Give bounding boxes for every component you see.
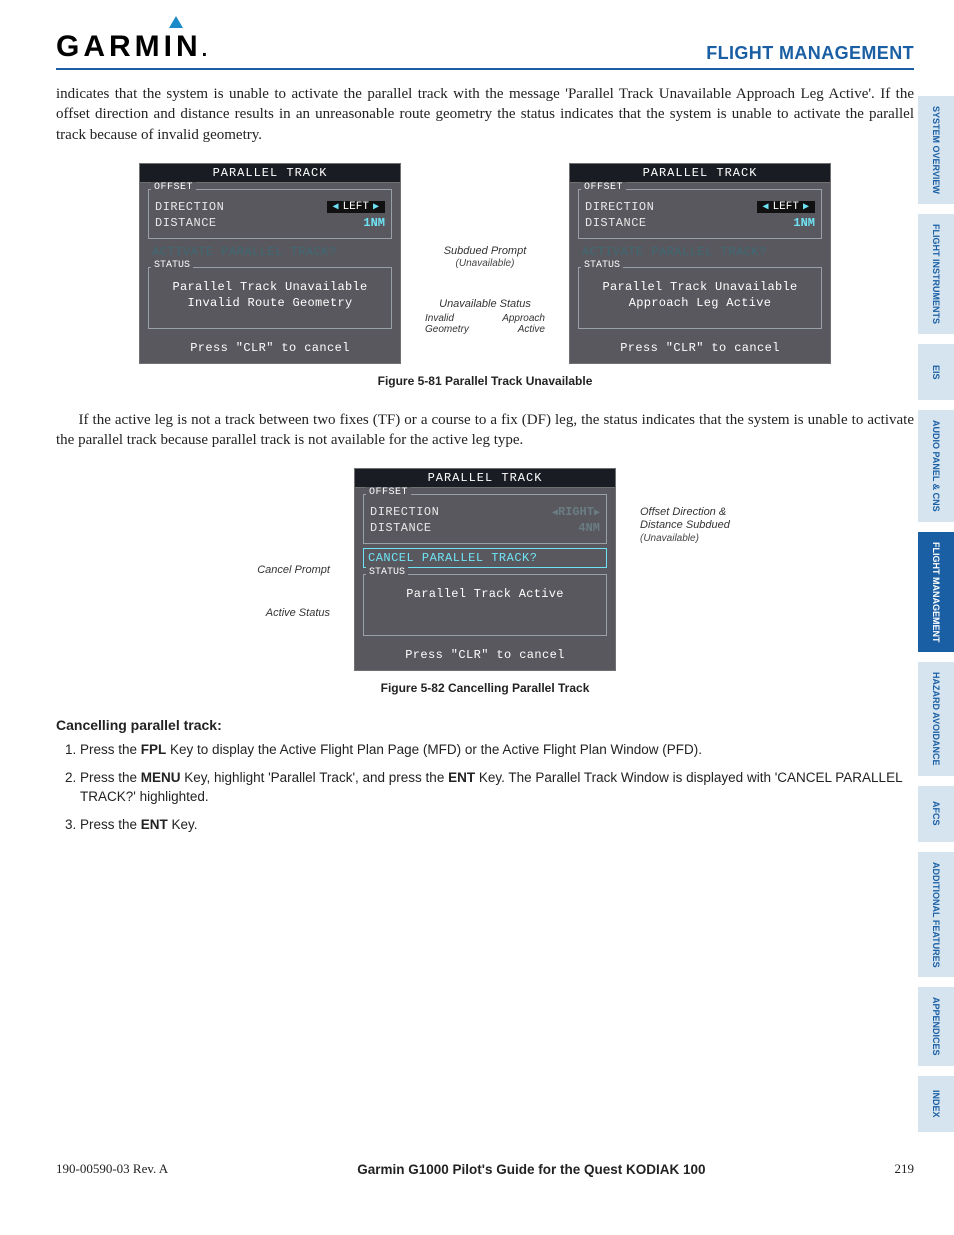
garmin-logo: GARMIN. bbox=[56, 30, 211, 64]
status-label: STATUS bbox=[581, 260, 623, 271]
status-label: STATUS bbox=[366, 567, 408, 578]
step-2: Press the MENU Key, highlight 'Parallel … bbox=[80, 769, 914, 805]
page-container: GARMIN. FLIGHT MANAGEMENT SYSTEM OVERVIE… bbox=[0, 0, 954, 1195]
step-3: Press the ENT Key. bbox=[80, 816, 914, 834]
tab-appendices[interactable]: APPENDICES bbox=[918, 987, 954, 1066]
distance-label: DISTANCE bbox=[155, 216, 217, 230]
status-line-2: Approach Leg Active bbox=[585, 296, 815, 310]
distance-value: 1NM bbox=[793, 216, 815, 230]
step-1: Press the FPL Key to display the Active … bbox=[80, 741, 914, 759]
chevron-right-icon: ▶ bbox=[373, 201, 379, 213]
panel-footer: Press "CLR" to cancel bbox=[355, 642, 615, 670]
direction-value[interactable]: ◀LEFT▶ bbox=[327, 201, 385, 213]
footer-title: Garmin G1000 Pilot's Guide for the Quest… bbox=[357, 1162, 705, 1177]
group-label: OFFSET bbox=[151, 182, 196, 193]
annot-invalid-geometry: Invalid Geometry bbox=[425, 313, 469, 335]
annot-cancel-prompt: Cancel Prompt bbox=[210, 564, 330, 577]
status-line-blank bbox=[370, 603, 600, 617]
distance-label: DISTANCE bbox=[370, 521, 432, 535]
status-label: STATUS bbox=[151, 260, 193, 271]
group-label: OFFSET bbox=[366, 487, 411, 498]
mfd-panel-invalid-geometry: PARALLEL TRACK OFFSET DIRECTION ◀LEFT▶ D… bbox=[139, 163, 401, 364]
panel-title: PARALLEL TRACK bbox=[140, 164, 400, 183]
tab-audio-panel-cns[interactable]: AUDIO PANEL & CNS bbox=[918, 410, 954, 522]
panel-footer: Press "CLR" to cancel bbox=[570, 335, 830, 363]
group-label: OFFSET bbox=[581, 182, 626, 193]
offset-group: OFFSET DIRECTION ◀LEFT▶ DISTANCE 1NM bbox=[148, 189, 392, 239]
annot-offset-subdued: Offset Direction & Distance Subdued (Una… bbox=[640, 506, 760, 544]
chevron-right-icon: ▶ bbox=[803, 201, 809, 213]
status-line-1: Parallel Track Unavailable bbox=[585, 280, 815, 294]
figure-5-81-caption: Figure 5-81 Parallel Track Unavailable bbox=[56, 374, 914, 388]
distance-label: DISTANCE bbox=[585, 216, 647, 230]
chevron-left-icon: ◀ bbox=[333, 201, 339, 213]
direction-label: DIRECTION bbox=[585, 200, 654, 214]
tab-system-overview[interactable]: SYSTEM OVERVIEW bbox=[918, 96, 954, 204]
side-tabs: SYSTEM OVERVIEW FLIGHT INSTRUMENTS EIS A… bbox=[918, 96, 954, 1132]
tab-eis[interactable]: EIS bbox=[918, 344, 954, 400]
status-line-2: Invalid Route Geometry bbox=[155, 296, 385, 310]
status-line-1: Parallel Track Unavailable bbox=[155, 280, 385, 294]
paragraph-2: If the active leg is not a track between… bbox=[56, 410, 914, 451]
figure-81-annotations: Subdued Prompt (Unavailable) Unavailable… bbox=[425, 163, 545, 335]
tab-flight-instruments[interactable]: FLIGHT INSTRUMENTS bbox=[918, 214, 954, 334]
section-title: FLIGHT MANAGEMENT bbox=[706, 43, 914, 64]
annot-approach-active: Approach Active bbox=[502, 313, 545, 335]
figure-5-81: PARALLEL TRACK OFFSET DIRECTION ◀LEFT▶ D… bbox=[56, 163, 914, 364]
status-box: STATUS Parallel Track Active bbox=[363, 574, 607, 636]
tab-index[interactable]: INDEX bbox=[918, 1076, 954, 1132]
cancel-prompt-highlighted[interactable]: CANCEL PARALLEL TRACK? bbox=[363, 548, 607, 568]
tab-additional-features[interactable]: ADDITIONAL FEATURES bbox=[918, 852, 954, 978]
panel-title: PARALLEL TRACK bbox=[355, 469, 615, 488]
tab-flight-management[interactable]: FLIGHT MANAGEMENT bbox=[918, 532, 954, 653]
mfd-panel-approach-leg: PARALLEL TRACK OFFSET DIRECTION ◀LEFT▶ D… bbox=[569, 163, 831, 364]
annot-subdued-prompt: Subdued Prompt (Unavailable) bbox=[425, 245, 545, 270]
annot-active-status: Active Status bbox=[210, 607, 330, 620]
procedure-heading: Cancelling parallel track: bbox=[56, 717, 914, 733]
panel-footer: Press "CLR" to cancel bbox=[140, 335, 400, 363]
status-line-1: Parallel Track Active bbox=[370, 587, 600, 601]
chevron-left-icon: ◀ bbox=[763, 201, 769, 213]
paragraph-1: indicates that the system is unable to a… bbox=[56, 84, 914, 145]
figure-5-82-caption: Figure 5-82 Cancelling Parallel Track bbox=[56, 681, 914, 695]
offset-group: OFFSET DIRECTION ◀LEFT▶ DISTANCE 1NM bbox=[578, 189, 822, 239]
distance-value-subdued: 4NM bbox=[578, 521, 600, 535]
page-header: GARMIN. FLIGHT MANAGEMENT bbox=[56, 30, 914, 70]
figure-82-annot-left: Cancel Prompt Active Status bbox=[210, 468, 330, 619]
figure-82-annot-right: Offset Direction & Distance Subdued (Una… bbox=[640, 468, 760, 544]
panel-title: PARALLEL TRACK bbox=[570, 164, 830, 183]
tab-hazard-avoidance[interactable]: HAZARD AVOIDANCE bbox=[918, 662, 954, 776]
activate-prompt-subdued: ACTIVATE PARALLEL TRACK? bbox=[578, 243, 822, 261]
brand-text: GARMIN bbox=[56, 30, 202, 63]
status-box: STATUS Parallel Track Unavailable Invali… bbox=[148, 267, 392, 329]
mfd-panel-cancel: PARALLEL TRACK OFFSET DIRECTION ◀RIGHT▶ … bbox=[354, 468, 616, 671]
tab-afcs[interactable]: AFCS bbox=[918, 786, 954, 842]
status-box: STATUS Parallel Track Unavailable Approa… bbox=[578, 267, 822, 329]
direction-value-subdued: ◀RIGHT▶ bbox=[552, 505, 600, 519]
page-footer: 190-00590-03 Rev. A Garmin G1000 Pilot's… bbox=[56, 1161, 914, 1177]
activate-prompt-subdued: ACTIVATE PARALLEL TRACK? bbox=[148, 243, 392, 261]
annot-unavailable-status: Unavailable Status bbox=[425, 298, 545, 311]
direction-value[interactable]: ◀LEFT▶ bbox=[757, 201, 815, 213]
distance-value: 1NM bbox=[363, 216, 385, 230]
procedure-steps: Press the FPL Key to display the Active … bbox=[56, 741, 914, 834]
footer-docid: 190-00590-03 Rev. A bbox=[56, 1161, 168, 1177]
footer-page-number: 219 bbox=[895, 1161, 915, 1177]
direction-label: DIRECTION bbox=[155, 200, 224, 214]
figure-5-82: Cancel Prompt Active Status PARALLEL TRA… bbox=[56, 468, 914, 671]
offset-group: OFFSET DIRECTION ◀RIGHT▶ DISTANCE 4NM bbox=[363, 494, 607, 544]
logo-triangle-icon bbox=[169, 16, 183, 28]
direction-label: DIRECTION bbox=[370, 505, 439, 519]
